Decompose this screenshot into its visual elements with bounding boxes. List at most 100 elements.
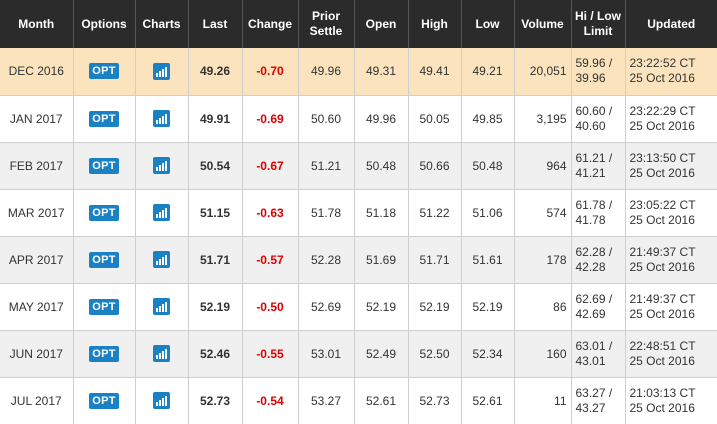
open-cell: 50.48 bbox=[354, 142, 409, 190]
opt-button[interactable]: OPT bbox=[89, 157, 119, 174]
limit-high: 60.60 / bbox=[575, 103, 613, 118]
header-open[interactable]: Open bbox=[354, 0, 409, 48]
low-cell: 51.06 bbox=[461, 189, 515, 237]
options-cell: OPT bbox=[73, 142, 136, 190]
table-row: JUL 2017 OPT 52.73 -0.54 53.27 52.61 52.73 52.6… bbox=[0, 377, 717, 424]
opt-button[interactable]: OPT bbox=[89, 251, 119, 268]
limit-cell: 63.01 /43.01 bbox=[571, 330, 626, 378]
limit-high: 62.28 / bbox=[575, 244, 613, 259]
header-change[interactable]: Change bbox=[242, 0, 299, 48]
updated-time: 22:48:51 CT bbox=[629, 338, 696, 353]
header-last[interactable]: Last bbox=[188, 0, 243, 48]
volume-cell: 86 bbox=[514, 283, 572, 331]
month-cell: DEC 2016 bbox=[0, 48, 74, 96]
opt-button[interactable]: OPT bbox=[89, 298, 119, 315]
change-cell: -0.63 bbox=[242, 189, 299, 237]
charts-cell bbox=[135, 283, 189, 331]
header-prior-settle-line2: Settle bbox=[309, 24, 343, 38]
header-volume[interactable]: Volume bbox=[514, 0, 572, 48]
updated-date: 25 Oct 2016 bbox=[629, 118, 695, 133]
header-high[interactable]: High bbox=[408, 0, 462, 48]
limit-low: 40.60 bbox=[575, 118, 606, 133]
month-cell: FEB 2017 bbox=[0, 142, 74, 190]
open-cell: 52.49 bbox=[354, 330, 409, 378]
limit-high: 62.69 / bbox=[575, 291, 613, 306]
last-cell: 49.26 bbox=[188, 48, 243, 96]
updated-time: 21:49:37 CT bbox=[629, 291, 696, 306]
limit-high: 63.27 / bbox=[575, 385, 613, 400]
updated-time: 23:22:52 CT bbox=[629, 56, 696, 71]
bar-chart-icon[interactable] bbox=[153, 251, 170, 268]
bar-chart-icon[interactable] bbox=[153, 392, 170, 409]
month-cell: MAY 2017 bbox=[0, 283, 74, 331]
bar-chart-icon[interactable] bbox=[153, 62, 170, 80]
limit-cell: 61.21 /41.21 bbox=[571, 142, 626, 190]
month-cell: JAN 2017 bbox=[0, 95, 74, 143]
updated-time: 21:49:37 CT bbox=[629, 244, 696, 259]
limit-low: 41.21 bbox=[575, 165, 606, 180]
low-cell: 52.19 bbox=[461, 283, 515, 331]
bar-chart-icon[interactable] bbox=[153, 110, 170, 127]
limit-cell: 61.78 /41.78 bbox=[571, 189, 626, 237]
charts-cell bbox=[135, 142, 189, 190]
high-cell: 51.71 bbox=[408, 236, 462, 284]
limit-low: 43.01 bbox=[575, 353, 606, 368]
quotes-body: DEC 2016 OPT 49.26 -0.70 49.96 49.31 49.41 49.2… bbox=[0, 48, 717, 424]
opt-button[interactable]: OPT bbox=[89, 345, 119, 362]
prior-settle-cell: 49.96 bbox=[298, 48, 355, 96]
open-cell: 51.69 bbox=[354, 236, 409, 284]
change-cell: -0.69 bbox=[242, 95, 299, 143]
updated-cell: 22:48:51 CT 25 Oct 2016 bbox=[625, 330, 717, 378]
updated-cell: 21:03:13 CT 25 Oct 2016 bbox=[625, 377, 717, 424]
limit-cell: 62.28 /42.28 bbox=[571, 236, 626, 284]
volume-cell: 964 bbox=[514, 142, 572, 190]
options-cell: OPT bbox=[73, 95, 136, 143]
high-cell: 52.73 bbox=[408, 377, 462, 424]
open-cell: 49.96 bbox=[354, 95, 409, 143]
header-charts: Charts bbox=[135, 0, 189, 48]
opt-button[interactable]: OPT bbox=[89, 63, 119, 80]
bar-chart-icon[interactable] bbox=[153, 298, 170, 315]
low-cell: 49.85 bbox=[461, 95, 515, 143]
limit-low: 42.69 bbox=[575, 306, 606, 321]
updated-date: 25 Oct 2016 bbox=[629, 165, 695, 180]
prior-settle-cell: 52.69 bbox=[298, 283, 355, 331]
last-cell: 50.54 bbox=[188, 142, 243, 190]
open-cell: 52.61 bbox=[354, 377, 409, 424]
futures-quotes-table: Month Options Charts Last Change Prior Se… bbox=[0, 0, 717, 424]
month-cell: JUN 2017 bbox=[0, 330, 74, 378]
change-cell: -0.57 bbox=[242, 236, 299, 284]
limit-low: 39.96 bbox=[575, 71, 606, 86]
header-updated[interactable]: Updated bbox=[625, 0, 717, 48]
opt-button[interactable]: OPT bbox=[89, 204, 119, 221]
open-cell: 49.31 bbox=[354, 48, 409, 96]
header-limit-line1: Hi / Low bbox=[575, 9, 621, 23]
updated-time: 21:03:13 CT bbox=[629, 385, 696, 400]
options-cell: OPT bbox=[73, 189, 136, 237]
bar-chart-icon[interactable] bbox=[153, 345, 170, 362]
charts-cell bbox=[135, 377, 189, 424]
header-month[interactable]: Month bbox=[0, 0, 74, 48]
opt-button[interactable]: OPT bbox=[89, 110, 119, 127]
updated-time: 23:05:22 CT bbox=[629, 197, 696, 212]
table-row: FEB 2017 OPT 50.54 -0.67 51.21 50.48 50.66 50.4… bbox=[0, 142, 717, 190]
last-cell: 52.19 bbox=[188, 283, 243, 331]
bar-chart-icon[interactable] bbox=[153, 204, 170, 221]
volume-cell: 3,195 bbox=[514, 95, 572, 143]
prior-settle-cell: 52.28 bbox=[298, 236, 355, 284]
open-cell: 52.19 bbox=[354, 283, 409, 331]
limit-low: 41.78 bbox=[575, 212, 606, 227]
opt-button[interactable]: OPT bbox=[89, 392, 119, 409]
charts-cell bbox=[135, 95, 189, 143]
bar-chart-icon[interactable] bbox=[153, 157, 170, 174]
prior-settle-cell: 50.60 bbox=[298, 95, 355, 143]
month-cell: JUL 2017 bbox=[0, 377, 74, 424]
header-prior-settle[interactable]: Prior Settle bbox=[298, 0, 355, 48]
last-cell: 51.15 bbox=[188, 189, 243, 237]
header-low[interactable]: Low bbox=[461, 0, 515, 48]
header-limit-line2: Limit bbox=[583, 24, 613, 38]
month-cell: APR 2017 bbox=[0, 236, 74, 284]
limit-cell: 59.96 /39.96 bbox=[571, 48, 626, 96]
table-row: APR 2017 OPT 51.71 -0.57 52.28 51.69 51.71 51.6… bbox=[0, 236, 717, 284]
header-row: Month Options Charts Last Change Prior Se… bbox=[0, 0, 717, 48]
